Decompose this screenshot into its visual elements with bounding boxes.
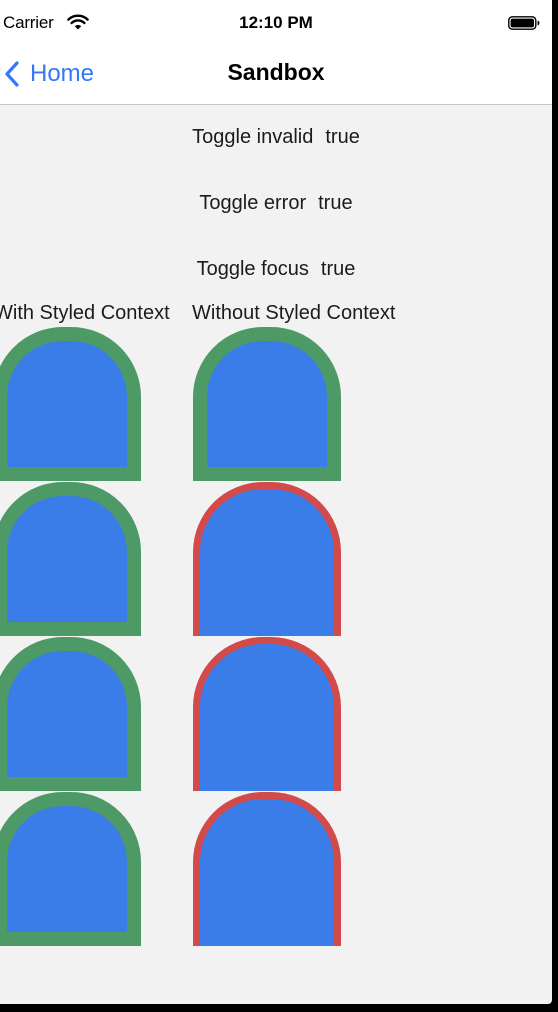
unstyled-context-shape[interactable]	[193, 327, 341, 481]
toggle-invalid-button[interactable]: Toggle invalid true	[0, 126, 552, 149]
styled-context-shape[interactable]	[0, 482, 141, 636]
unstyled-context-shape[interactable]	[193, 792, 341, 946]
status-bar: Carrier 12:10 PM	[0, 0, 552, 46]
unstyled-context-shape[interactable]	[193, 637, 341, 791]
styled-context-shape[interactable]	[0, 637, 141, 791]
status-time: 12:10 PM	[239, 13, 313, 32]
battery-full-icon	[508, 16, 540, 30]
toggle-label: Toggle focus	[196, 258, 309, 280]
without-styled-context-header: Without Styled Context	[192, 302, 396, 324]
with-styled-context-header: With Styled Context	[0, 302, 170, 324]
styled-context-shape[interactable]	[0, 327, 141, 481]
styled-context-shape[interactable]	[0, 792, 141, 946]
toggle-label: Toggle invalid	[192, 126, 314, 148]
toggle-error-button[interactable]: Toggle error true	[0, 192, 552, 215]
page-title: Sandbox	[227, 59, 325, 85]
app-screen: Carrier 12:10 PM Home Sandbox Toggle inv…	[0, 0, 552, 1004]
toggle-focus-button[interactable]: Toggle focus true	[0, 258, 552, 281]
toggle-value: true	[318, 192, 353, 214]
navigation-bar: Home Sandbox	[0, 46, 552, 105]
unstyled-context-shape[interactable]	[193, 482, 341, 636]
toggle-label: Toggle error	[199, 192, 307, 214]
toggle-value: true	[325, 126, 360, 148]
toggle-value: true	[320, 258, 356, 280]
